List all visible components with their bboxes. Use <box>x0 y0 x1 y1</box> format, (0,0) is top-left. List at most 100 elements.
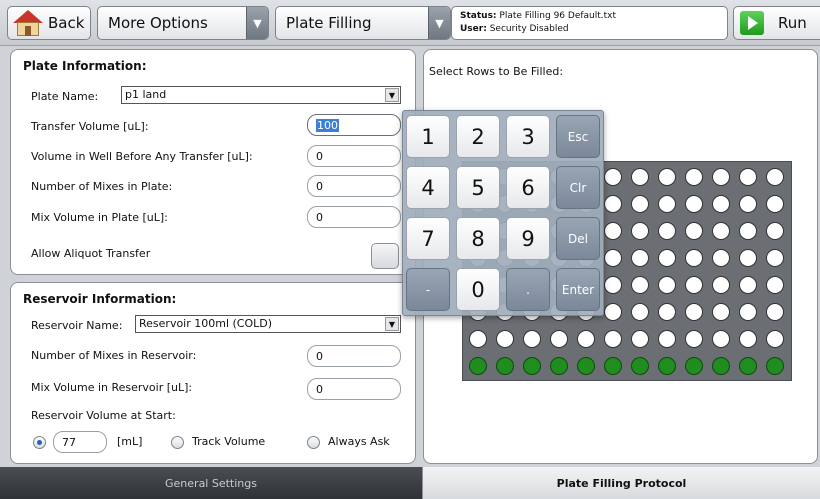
well[interactable] <box>631 249 649 267</box>
well[interactable] <box>712 249 730 267</box>
reservoir-mixes-input[interactable]: 0 <box>307 345 401 367</box>
well[interactable] <box>631 357 649 375</box>
well[interactable] <box>712 330 730 348</box>
always-ask-radio[interactable] <box>307 436 320 449</box>
key-esc[interactable]: Esc <box>556 115 600 158</box>
well[interactable] <box>685 222 703 240</box>
well[interactable] <box>766 195 784 213</box>
well[interactable] <box>469 330 487 348</box>
reservoir-mix-volume-input[interactable]: 0 <box>307 378 401 400</box>
key-3[interactable]: 3 <box>506 115 550 158</box>
key-0[interactable]: 0 <box>456 268 500 311</box>
well[interactable] <box>766 357 784 375</box>
key-1[interactable]: 1 <box>406 115 450 158</box>
key-8[interactable]: 8 <box>456 217 500 260</box>
key-decimal[interactable]: . <box>506 268 550 311</box>
well[interactable] <box>685 303 703 321</box>
well[interactable] <box>712 195 730 213</box>
key-2[interactable]: 2 <box>456 115 500 158</box>
well[interactable] <box>658 303 676 321</box>
well[interactable] <box>523 357 541 375</box>
well[interactable] <box>469 357 487 375</box>
well[interactable] <box>685 168 703 186</box>
well[interactable] <box>712 357 730 375</box>
well[interactable] <box>739 303 757 321</box>
well[interactable] <box>766 168 784 186</box>
well[interactable] <box>739 276 757 294</box>
well[interactable] <box>766 249 784 267</box>
well[interactable] <box>631 195 649 213</box>
key-4[interactable]: 4 <box>406 166 450 209</box>
well[interactable] <box>739 330 757 348</box>
well[interactable] <box>712 303 730 321</box>
well[interactable] <box>766 330 784 348</box>
start-volume-input[interactable]: 77 <box>53 431 107 453</box>
well[interactable] <box>631 303 649 321</box>
volume-before-input[interactable]: 0 <box>307 145 401 167</box>
well[interactable] <box>685 357 703 375</box>
well[interactable] <box>766 276 784 294</box>
fixed-volume-radio[interactable] <box>33 436 46 449</box>
more-options-dropdown[interactable]: More Options ▼ <box>97 6 269 40</box>
well[interactable] <box>604 249 622 267</box>
well[interactable] <box>631 222 649 240</box>
well[interactable] <box>496 357 514 375</box>
well[interactable] <box>604 276 622 294</box>
well[interactable] <box>523 330 541 348</box>
key-6[interactable]: 6 <box>506 166 550 209</box>
key-delete[interactable]: Del <box>556 217 600 260</box>
well[interactable] <box>685 249 703 267</box>
well[interactable] <box>766 303 784 321</box>
aliquot-toggle[interactable] <box>371 243 399 269</box>
track-volume-radio[interactable] <box>171 436 184 449</box>
tab-general-settings[interactable]: General Settings <box>0 467 422 499</box>
well[interactable] <box>577 357 595 375</box>
well[interactable] <box>604 303 622 321</box>
well[interactable] <box>739 357 757 375</box>
well[interactable] <box>550 357 568 375</box>
well[interactable] <box>604 357 622 375</box>
well[interactable] <box>631 276 649 294</box>
key-9[interactable]: 9 <box>506 217 550 260</box>
well[interactable] <box>604 330 622 348</box>
well[interactable] <box>712 222 730 240</box>
well[interactable] <box>658 330 676 348</box>
well[interactable] <box>658 222 676 240</box>
key-clear[interactable]: Clr <box>556 166 600 209</box>
well[interactable] <box>739 222 757 240</box>
well[interactable] <box>658 357 676 375</box>
protocol-dropdown[interactable]: Plate Filling ▼ <box>275 6 451 40</box>
plate-name-select[interactable]: p1 land ▼ <box>121 86 401 104</box>
well[interactable] <box>631 168 649 186</box>
well[interactable] <box>739 249 757 267</box>
plate-mix-volume-input[interactable]: 0 <box>307 206 401 228</box>
well[interactable] <box>739 168 757 186</box>
well[interactable] <box>631 330 649 348</box>
key-5[interactable]: 5 <box>456 166 500 209</box>
well[interactable] <box>658 168 676 186</box>
well[interactable] <box>604 195 622 213</box>
run-button[interactable]: Run <box>733 6 820 40</box>
plate-mixes-input[interactable]: 0 <box>307 175 401 197</box>
well[interactable] <box>550 330 568 348</box>
well[interactable] <box>712 276 730 294</box>
reservoir-name-select[interactable]: Reservoir 100ml (COLD) ▼ <box>135 315 401 333</box>
well[interactable] <box>685 330 703 348</box>
key-enter[interactable]: Enter <box>556 268 600 311</box>
well[interactable] <box>604 222 622 240</box>
well[interactable] <box>712 168 730 186</box>
key-minus[interactable]: - <box>406 268 450 311</box>
well[interactable] <box>685 195 703 213</box>
well[interactable] <box>496 330 514 348</box>
well[interactable] <box>658 249 676 267</box>
well[interactable] <box>658 276 676 294</box>
well[interactable] <box>604 168 622 186</box>
well[interactable] <box>739 195 757 213</box>
transfer-volume-input[interactable]: 100 <box>307 114 401 136</box>
well[interactable] <box>658 195 676 213</box>
well[interactable] <box>577 330 595 348</box>
tab-plate-filling-protocol[interactable]: Plate Filling Protocol <box>422 467 820 499</box>
well[interactable] <box>766 222 784 240</box>
key-7[interactable]: 7 <box>406 217 450 260</box>
back-button[interactable]: Back <box>7 6 91 40</box>
